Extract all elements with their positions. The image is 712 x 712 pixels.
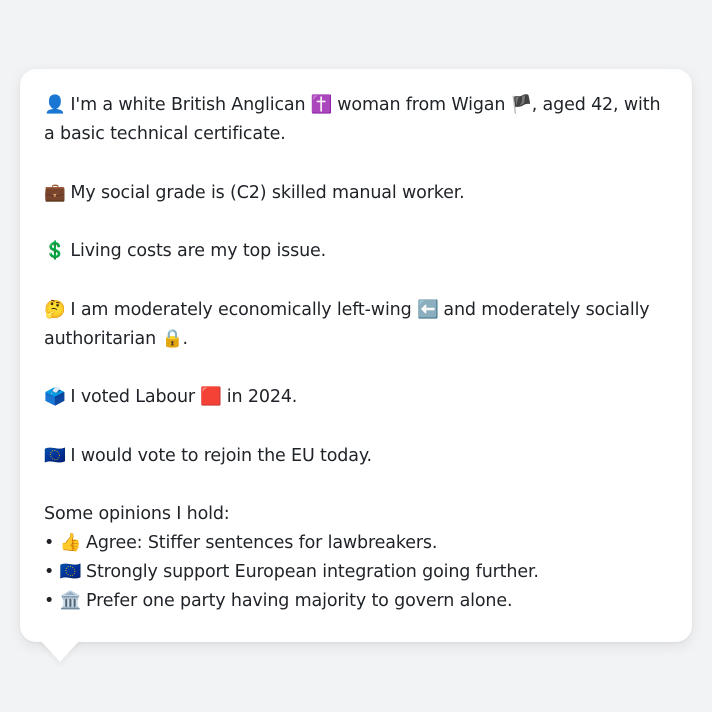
political-position-text-end: . xyxy=(182,328,188,349)
identity-paragraph: 👤 I'm a white British Anglican ✝️ woman … xyxy=(44,91,668,149)
political-position-paragraph: 🤔 I am moderately economically left-wing… xyxy=(44,296,668,354)
briefcase-icon: 💼 xyxy=(44,182,66,203)
dollar-icon: 💲 xyxy=(44,241,66,261)
top-issue-text: Living costs are my top issue. xyxy=(65,241,327,261)
identity-text-start: I'm a white British Anglican xyxy=(65,95,311,115)
bullet: • xyxy=(44,562,60,582)
social-grade-paragraph: 💼 My social grade is (C2) skilled manual… xyxy=(44,179,668,208)
top-issue-paragraph: 💲 Living costs are my top issue. xyxy=(44,237,668,266)
classical-building-icon: 🏛️ xyxy=(59,591,82,611)
persona-message-bubble: 👤 I'm a white British Anglican ✝️ woman … xyxy=(20,69,692,642)
vote-history-text-start: I voted Labour xyxy=(65,387,201,407)
england-flag-icon: 🏴 xyxy=(510,95,533,115)
red-square-icon: 🟥 xyxy=(200,387,223,407)
cross-icon: ✝️ xyxy=(310,95,333,115)
list-item: • 🇪🇺 Strongly support European integrati… xyxy=(44,558,668,587)
political-position-text-start: I am moderately economically left-wing xyxy=(65,299,417,320)
opinions-section: Some opinions I hold: • 👍 Agree: Stiffer… xyxy=(44,500,668,616)
eu-flag-icon: 🇪🇺 xyxy=(59,562,82,582)
eu-flag-icon: 🇪🇺 xyxy=(44,445,66,466)
opinions-list: • 👍 Agree: Stiffer sentences for lawbrea… xyxy=(44,529,668,616)
ballot-box-icon: 🗳️ xyxy=(44,387,66,407)
bullet: • xyxy=(44,533,60,553)
person-icon: 👤 xyxy=(44,95,66,115)
thinking-face-icon: 🤔 xyxy=(44,299,66,320)
eu-stance-text: I would vote to rejoin the EU today. xyxy=(65,445,372,466)
opinions-title: Some opinions I hold: xyxy=(44,504,230,524)
left-arrow-icon: ⬅️ xyxy=(416,299,439,320)
vote-history-paragraph: 🗳️ I voted Labour 🟥 in 2024. xyxy=(44,383,668,412)
social-grade-text: My social grade is (C2) skilled manual w… xyxy=(65,182,465,203)
bubble-tail xyxy=(40,640,80,662)
opinion-text: Prefer one party having majority to gove… xyxy=(80,591,513,611)
list-item: • 🏛️ Prefer one party having majority to… xyxy=(44,587,668,616)
lock-icon: 🔒 xyxy=(161,328,184,349)
vote-history-text-end: in 2024. xyxy=(221,387,298,407)
opinion-text: Agree: Stiffer sentences for lawbreakers… xyxy=(80,533,438,553)
bullet: • xyxy=(44,591,60,611)
identity-text-middle: woman from Wigan xyxy=(331,95,511,115)
opinion-text: Strongly support European integration go… xyxy=(80,562,539,582)
thumbs-up-icon: 👍 xyxy=(59,533,82,553)
eu-stance-paragraph: 🇪🇺 I would vote to rejoin the EU today. xyxy=(44,442,668,471)
list-item: • 👍 Agree: Stiffer sentences for lawbrea… xyxy=(44,529,668,558)
